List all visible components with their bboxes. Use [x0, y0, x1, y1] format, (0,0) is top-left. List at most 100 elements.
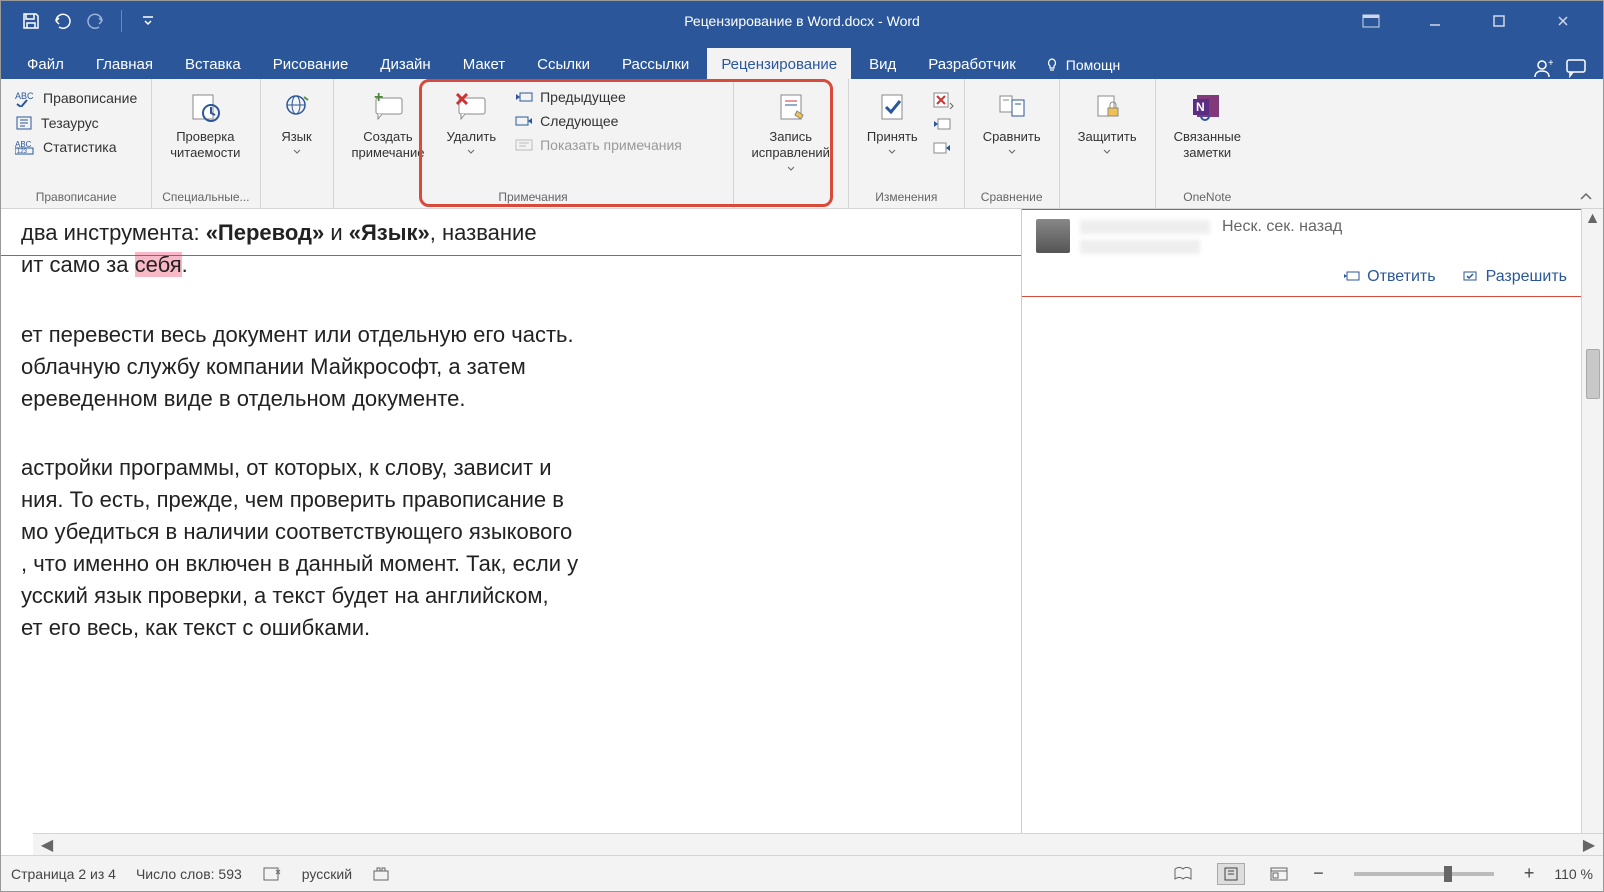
comment-timestamp: Неск. сек. назад [1222, 218, 1342, 236]
ribbon-display-icon[interactable] [1351, 11, 1391, 31]
resolve-icon [1462, 269, 1480, 285]
minimize-icon[interactable] [1415, 11, 1455, 31]
group-label-onenote: OneNote [1166, 188, 1249, 206]
group-label-proofing: Правописание [11, 188, 141, 206]
comment-connector-line [1, 255, 1021, 256]
chevron-down-icon [467, 149, 475, 154]
protect-button[interactable]: Защитить [1070, 87, 1145, 156]
statistics-button[interactable]: ABC123 Статистика [11, 137, 141, 157]
tab-home[interactable]: Главная [82, 48, 167, 79]
tab-review[interactable]: Рецензирование [707, 48, 851, 79]
workspace: два инструмента: «Перевод» и «Язык», наз… [1, 209, 1603, 855]
group-comments: + Создать примечание Удалить Предыдущее [334, 79, 734, 208]
tab-file[interactable]: Файл [13, 48, 78, 79]
reject-button[interactable] [932, 89, 954, 109]
tab-developer[interactable]: Разработчик [914, 48, 1029, 79]
zoom-out-button[interactable]: − [1313, 863, 1324, 884]
redo-icon[interactable] [83, 9, 107, 33]
tab-view[interactable]: Вид [855, 48, 910, 79]
close-icon[interactable] [1543, 11, 1583, 31]
next-change-button[interactable] [932, 139, 954, 157]
comment-author [1080, 220, 1210, 234]
comments-icon[interactable] [1565, 58, 1589, 78]
avatar [1036, 219, 1070, 253]
spelling-button[interactable]: ABC Правописание [11, 87, 141, 109]
undo-icon[interactable] [51, 9, 75, 33]
ribbon: ABC Правописание Тезаурус ABC123 Статист… [1, 79, 1603, 209]
group-label-changes: Изменения [859, 188, 954, 206]
status-bar: Страница 2 из 4 Число слов: 593 русский … [1, 855, 1603, 891]
read-mode-icon[interactable] [1169, 863, 1197, 885]
tab-draw[interactable]: Рисование [259, 48, 363, 79]
scroll-thumb[interactable] [1586, 349, 1600, 399]
protect-icon [1089, 89, 1125, 125]
resolve-button[interactable]: Разрешить [1462, 268, 1567, 286]
group-onenote: N Связанные заметки OneNote [1156, 79, 1259, 208]
accessibility-icon [187, 89, 223, 125]
scroll-up-icon[interactable]: ▲ [1583, 209, 1603, 229]
compare-button[interactable]: Сравнить [975, 87, 1049, 156]
group-proofing: ABC Правописание Тезаурус ABC123 Статист… [1, 79, 152, 208]
check-accessibility-button[interactable]: Проверка читаемости [162, 87, 248, 164]
zoom-slider[interactable] [1354, 872, 1494, 876]
accept-button[interactable]: Принять [859, 87, 926, 156]
collapse-ribbon-icon[interactable] [1579, 192, 1593, 202]
language-indicator[interactable]: русский [302, 866, 352, 882]
next-icon [514, 113, 534, 129]
svg-text:+: + [1548, 58, 1553, 69]
page-indicator[interactable]: Страница 2 из 4 [11, 866, 116, 882]
tab-insert[interactable]: Вставка [171, 48, 255, 79]
new-comment-button[interactable]: + Создать примечание [344, 87, 433, 164]
horizontal-scrollbar[interactable]: ◀ ▶ [33, 833, 1603, 855]
share-icon[interactable]: + [1531, 57, 1553, 79]
comment-card[interactable]: Неск. сек. назад Ответить Разрешить [1022, 209, 1581, 297]
comment-body [1080, 240, 1200, 254]
maximize-icon[interactable] [1479, 11, 1519, 31]
linked-notes-button[interactable]: N Связанные заметки [1166, 87, 1249, 164]
tab-layout[interactable]: Макет [449, 48, 519, 79]
zoom-in-button[interactable]: + [1524, 863, 1535, 884]
zoom-level[interactable]: 110 % [1554, 866, 1593, 882]
delete-comment-icon [453, 89, 489, 125]
print-layout-icon[interactable] [1217, 863, 1245, 885]
tab-references[interactable]: Ссылки [523, 48, 604, 79]
next-comment-button[interactable]: Следующее [510, 111, 686, 131]
previous-comment-button[interactable]: Предыдущее [510, 87, 686, 107]
reply-icon [1343, 269, 1361, 285]
thesaurus-button[interactable]: Тезаурус [11, 113, 141, 133]
tab-design[interactable]: Дизайн [366, 48, 444, 79]
compare-icon [994, 89, 1030, 125]
svg-text:+: + [374, 92, 383, 106]
language-button[interactable]: Язык [271, 87, 323, 156]
proofing-status-icon[interactable] [262, 865, 282, 883]
show-comments-button: Показать примечания [510, 135, 686, 155]
reply-button[interactable]: Ответить [1343, 268, 1435, 286]
svg-text:123: 123 [17, 149, 28, 155]
previous-change-button[interactable] [932, 115, 954, 133]
word-count[interactable]: Число слов: 593 [136, 866, 242, 882]
track-changes-icon [773, 89, 809, 125]
show-comments-icon [514, 137, 534, 153]
accept-icon [874, 89, 910, 125]
svg-text:ABC: ABC [15, 91, 34, 101]
scroll-left-icon[interactable]: ◀ [37, 835, 57, 855]
save-icon[interactable] [19, 9, 43, 33]
vertical-scrollbar[interactable]: ▲ ▼ [1581, 209, 1603, 855]
tell-me-search[interactable]: Помощн [1034, 57, 1131, 79]
chevron-down-icon [293, 149, 301, 154]
window-title: Рецензирование в Word.docx - Word [684, 13, 920, 29]
tab-mailings[interactable]: Рассылки [608, 48, 703, 79]
group-language: Язык [261, 79, 334, 208]
group-protect: Защитить [1060, 79, 1156, 208]
delete-comment-button[interactable]: Удалить [438, 87, 504, 156]
track-changes-button[interactable]: Запись исправлений [744, 87, 838, 173]
document-area[interactable]: два инструмента: «Перевод» и «Язык», наз… [1, 209, 1021, 855]
spelling-icon: ABC [15, 89, 37, 107]
web-layout-icon[interactable] [1265, 863, 1293, 885]
chevron-down-icon [787, 166, 795, 171]
scroll-right-icon[interactable]: ▶ [1579, 835, 1599, 855]
thesaurus-icon [15, 115, 35, 131]
group-changes: Принять Изменения [849, 79, 965, 208]
qat-customize-icon[interactable] [136, 9, 160, 33]
macro-recording-icon[interactable] [372, 866, 390, 882]
